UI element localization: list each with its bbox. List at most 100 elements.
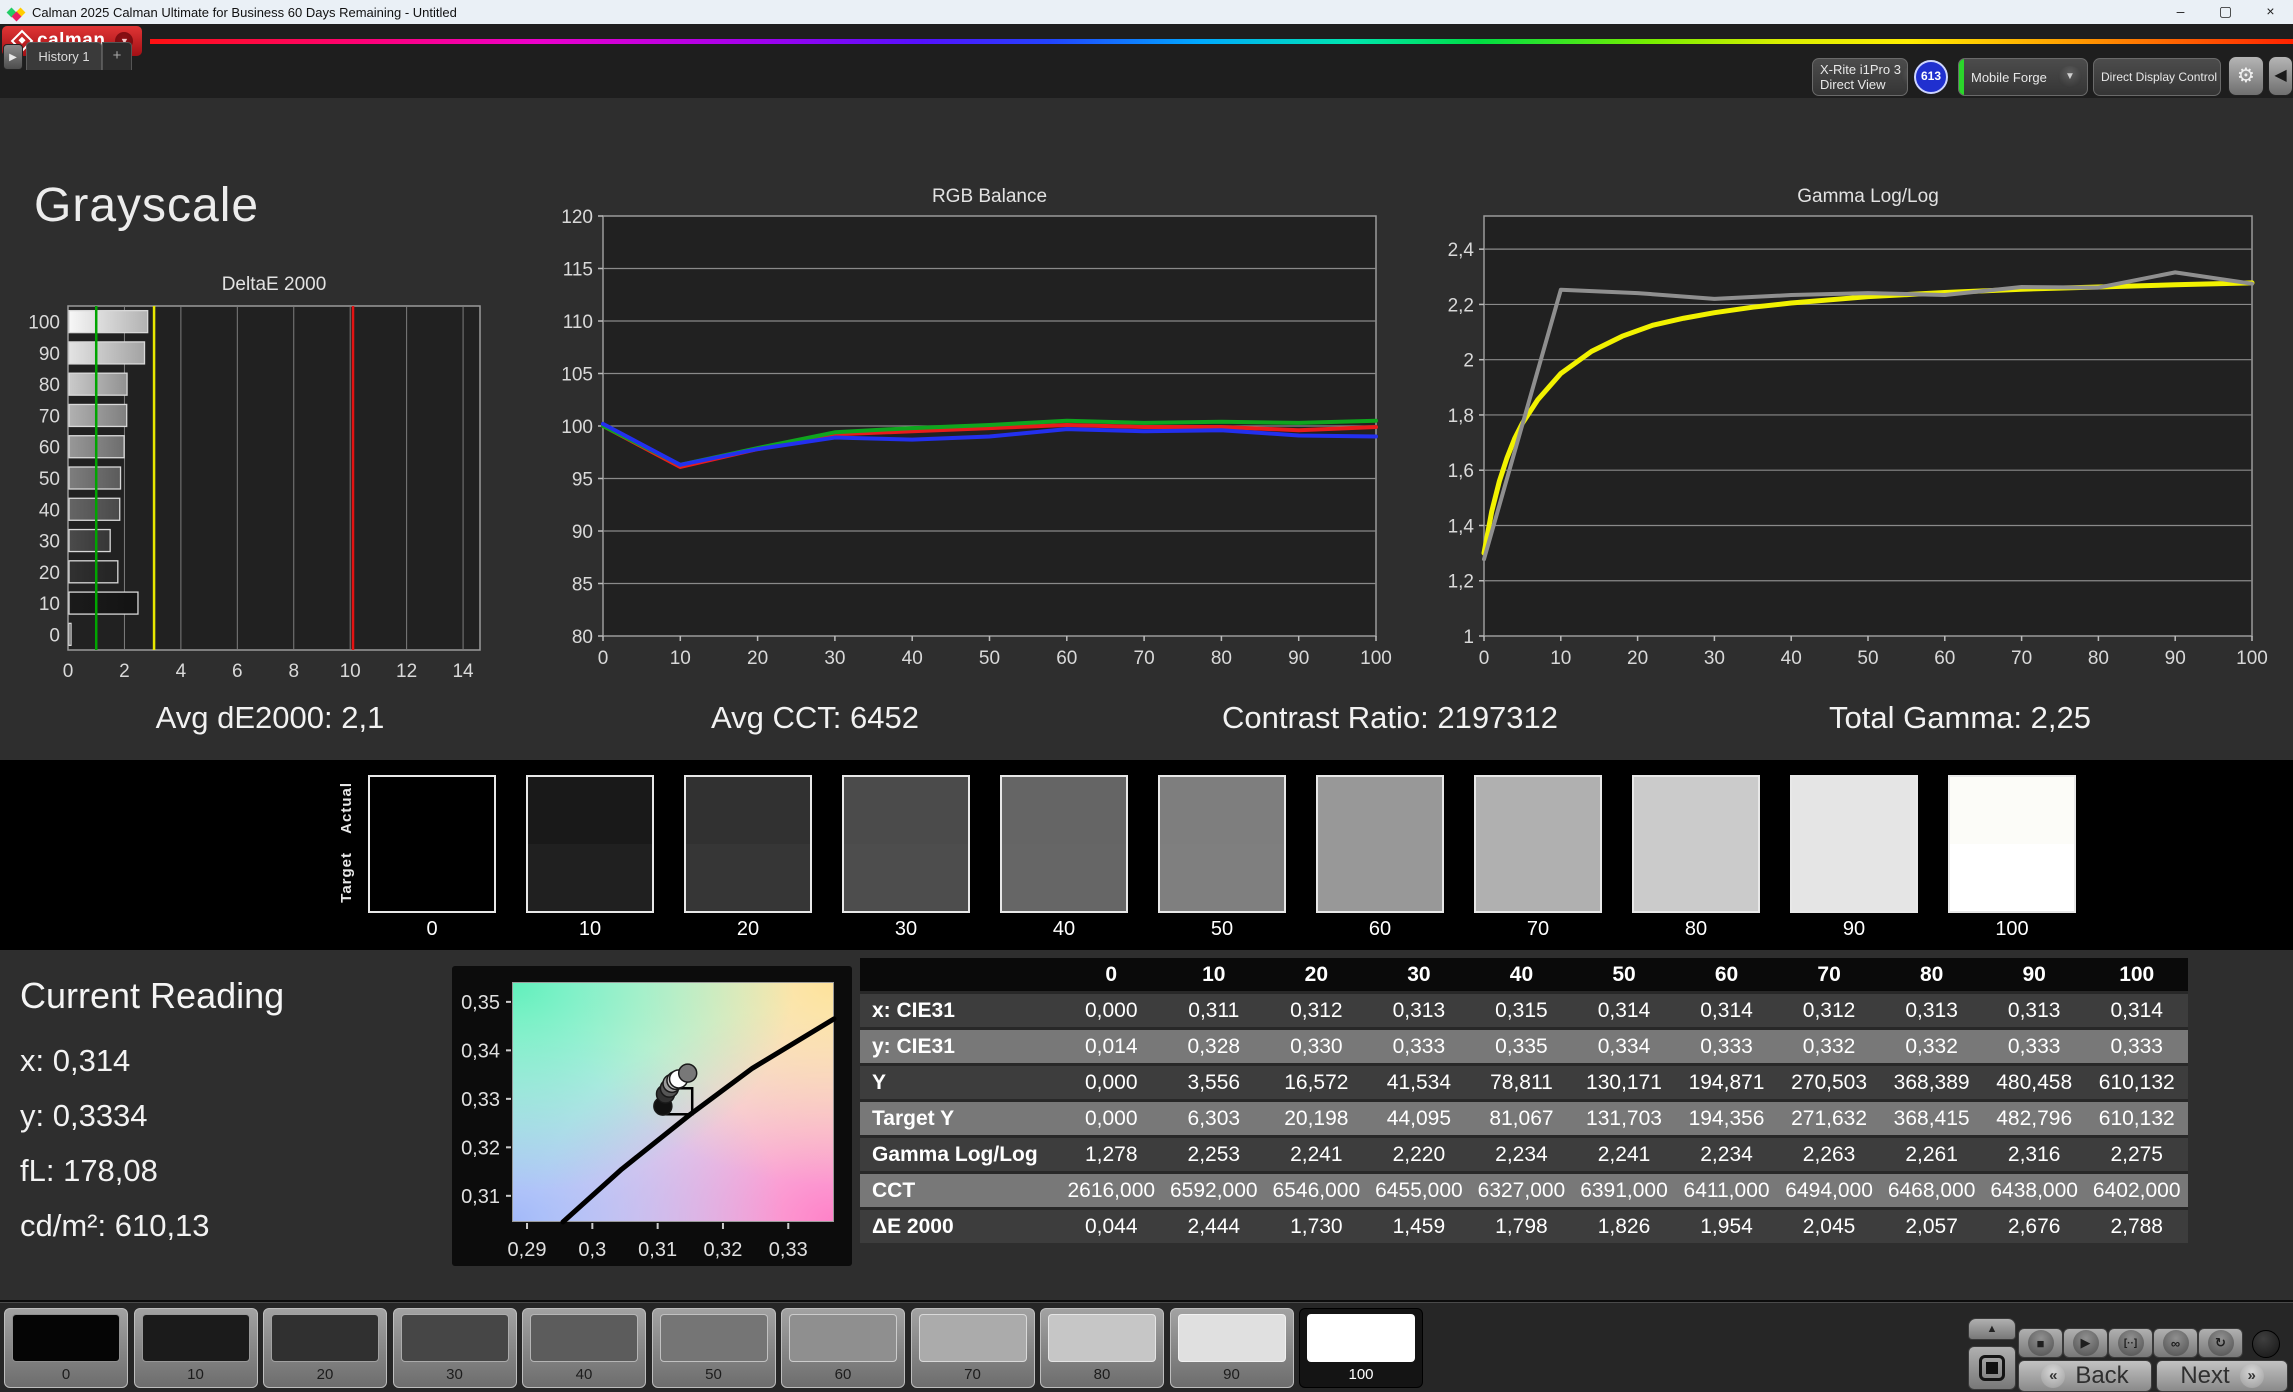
read-interval-button[interactable]: [··] <box>2108 1328 2153 1358</box>
meter-count-badge: 613 <box>1914 60 1948 94</box>
table-cell: 271,632 <box>1777 1102 1881 1135</box>
table-cell: 0,334 <box>1572 1030 1676 1063</box>
svg-text:80: 80 <box>1211 648 1232 669</box>
level-button-10[interactable]: 10 <box>133 1308 258 1388</box>
source-dropdown[interactable]: Mobile Forge ▼ <box>1958 58 2088 96</box>
swatch-target <box>1002 844 1126 911</box>
level-button-label: 30 <box>446 1366 463 1383</box>
svg-text:12: 12 <box>396 661 417 682</box>
collapse-panel-button[interactable]: ◀ <box>2268 56 2293 96</box>
table-cell: 0,000 <box>1060 1066 1163 1099</box>
title-bar: Calman 2025 Calman Ultimate for Business… <box>0 0 2293 24</box>
level-button-90[interactable]: 90 <box>1169 1308 1294 1388</box>
add-tab-button[interactable]: + <box>102 42 132 70</box>
table-cell: 1,730 <box>1265 1210 1368 1243</box>
stop-button[interactable]: ■ <box>2018 1328 2063 1358</box>
svg-text:0,31: 0,31 <box>461 1186 500 1208</box>
app-icon <box>6 4 26 22</box>
table-cell: 368,415 <box>1880 1102 1983 1135</box>
svg-text:1: 1 <box>1463 627 1474 648</box>
swatch-target <box>370 844 494 911</box>
chevron-down-icon: ▼ <box>2058 66 2082 88</box>
read-interval-icon: [··] <box>2117 1330 2144 1356</box>
svg-text:30: 30 <box>1704 648 1725 669</box>
level-button-40[interactable]: 40 <box>522 1308 646 1388</box>
swatch-level-label: 20 <box>736 918 760 940</box>
table-cell: 0,333 <box>1982 1030 2086 1063</box>
swatch-actual <box>1792 777 1916 844</box>
back-button[interactable]: « Back <box>2018 1360 2152 1392</box>
table-cell: 0,315 <box>1470 994 1573 1027</box>
swatch-actual <box>844 777 968 844</box>
table-cell: 6438,000 <box>1982 1174 2086 1207</box>
level-button-50[interactable]: 50 <box>651 1308 776 1388</box>
swatch-level-label: 10 <box>578 918 602 940</box>
table-row-label: ΔE 2000 <box>860 1210 1060 1243</box>
table-cell: 6411,000 <box>1675 1174 1778 1207</box>
maximize-icon[interactable]: ▢ <box>2203 0 2248 24</box>
tab-history-1[interactable]: History 1 <box>26 42 102 70</box>
svg-text:80: 80 <box>2088 648 2109 669</box>
svg-text:0,34: 0,34 <box>461 1040 500 1062</box>
minimize-icon[interactable]: – <box>2158 0 2203 24</box>
refresh-button[interactable]: ↻ <box>2198 1328 2243 1358</box>
table-cell: 6494,000 <box>1777 1174 1881 1207</box>
close-icon[interactable]: × <box>2248 0 2293 24</box>
meter-name: X-Rite i1Pro 3 <box>1820 62 1901 77</box>
svg-text:100: 100 <box>28 313 60 334</box>
bottom-toolbar: ▲ « Back Next » 0 10 20 30 40 50 60 70 80 90 100 ■ ▶… <box>0 1300 2293 1392</box>
level-button-30[interactable]: 30 <box>392 1308 517 1388</box>
table-cell: 2,676 <box>1982 1210 2086 1243</box>
swatch-target <box>1476 844 1600 911</box>
svg-text:95: 95 <box>572 470 593 491</box>
table-cell: 0,311 <box>1162 994 1266 1027</box>
grayscale-swatch-80 <box>1632 775 1760 913</box>
svg-text:1,6: 1,6 <box>1448 461 1474 482</box>
svg-text:90: 90 <box>39 344 60 365</box>
table-column-header: 100 <box>2085 958 2188 991</box>
table-column-header: 0 <box>1060 958 1163 991</box>
svg-text:90: 90 <box>1288 648 1309 669</box>
display-control-dropdown[interactable]: Direct Display Control ▼ <box>2093 58 2221 96</box>
swatch-target <box>528 844 652 911</box>
svg-text:100: 100 <box>2236 648 2268 669</box>
level-button-label: 70 <box>964 1366 981 1383</box>
display-control-name: Direct Display Control <box>2101 69 2218 84</box>
play-button[interactable]: ▶ <box>2063 1328 2108 1358</box>
settings-button[interactable]: ⚙ <box>2228 56 2264 96</box>
deltae-2000-chart: DeltaE 20000 2 4 6 8 10 12 14100908070605040302… <box>28 274 481 682</box>
table-cell: 1,798 <box>1470 1210 1573 1243</box>
svg-text:0,32: 0,32 <box>461 1137 500 1159</box>
scroll-up-button[interactable]: ▲ <box>1968 1318 2016 1340</box>
swatch-actual <box>1160 777 1284 844</box>
read-continuous-button[interactable]: ∞ <box>2153 1328 2198 1358</box>
history-play-button[interactable]: ▶ <box>3 44 23 70</box>
level-button-70[interactable]: 70 <box>910 1308 1035 1388</box>
level-button-60[interactable]: 60 <box>781 1308 905 1388</box>
level-button-80[interactable]: 80 <box>1040 1308 1164 1388</box>
table-cell: 480,458 <box>1982 1066 2086 1099</box>
level-button-0[interactable]: 0 <box>4 1308 128 1388</box>
read-continuous-icon: ∞ <box>2162 1330 2189 1356</box>
level-button-20[interactable]: 20 <box>263 1308 387 1388</box>
reading-fl: fL: 178,08 <box>20 1153 158 1188</box>
table-cell: 16,572 <box>1265 1066 1368 1099</box>
svg-text:0: 0 <box>63 661 74 682</box>
meter-dropdown[interactable]: X-Rite i1Pro 3 Direct View ▼ <box>1812 58 1908 96</box>
table-cell: 0,333 <box>1367 1030 1471 1063</box>
table-cell: 194,356 <box>1675 1102 1778 1135</box>
level-button-100[interactable]: 100 <box>1299 1308 1423 1388</box>
table-cell: 6327,000 <box>1470 1174 1573 1207</box>
table-cell: 1,826 <box>1572 1210 1676 1243</box>
table-row-label: Gamma Log/Log <box>860 1138 1060 1171</box>
table-cell: 2,220 <box>1367 1138 1471 1171</box>
table-cell: 0,333 <box>2085 1030 2188 1063</box>
actual-row-label: Actual <box>338 782 355 834</box>
next-button[interactable]: Next » <box>2156 1360 2288 1392</box>
grayscale-swatch-10 <box>526 775 654 913</box>
svg-text:100: 100 <box>1360 648 1392 669</box>
stop-large-button[interactable] <box>1968 1346 2016 1390</box>
level-button-label: 100 <box>1348 1366 1374 1383</box>
swatch-target <box>1160 844 1284 911</box>
table-cell: 1,459 <box>1367 1210 1471 1243</box>
